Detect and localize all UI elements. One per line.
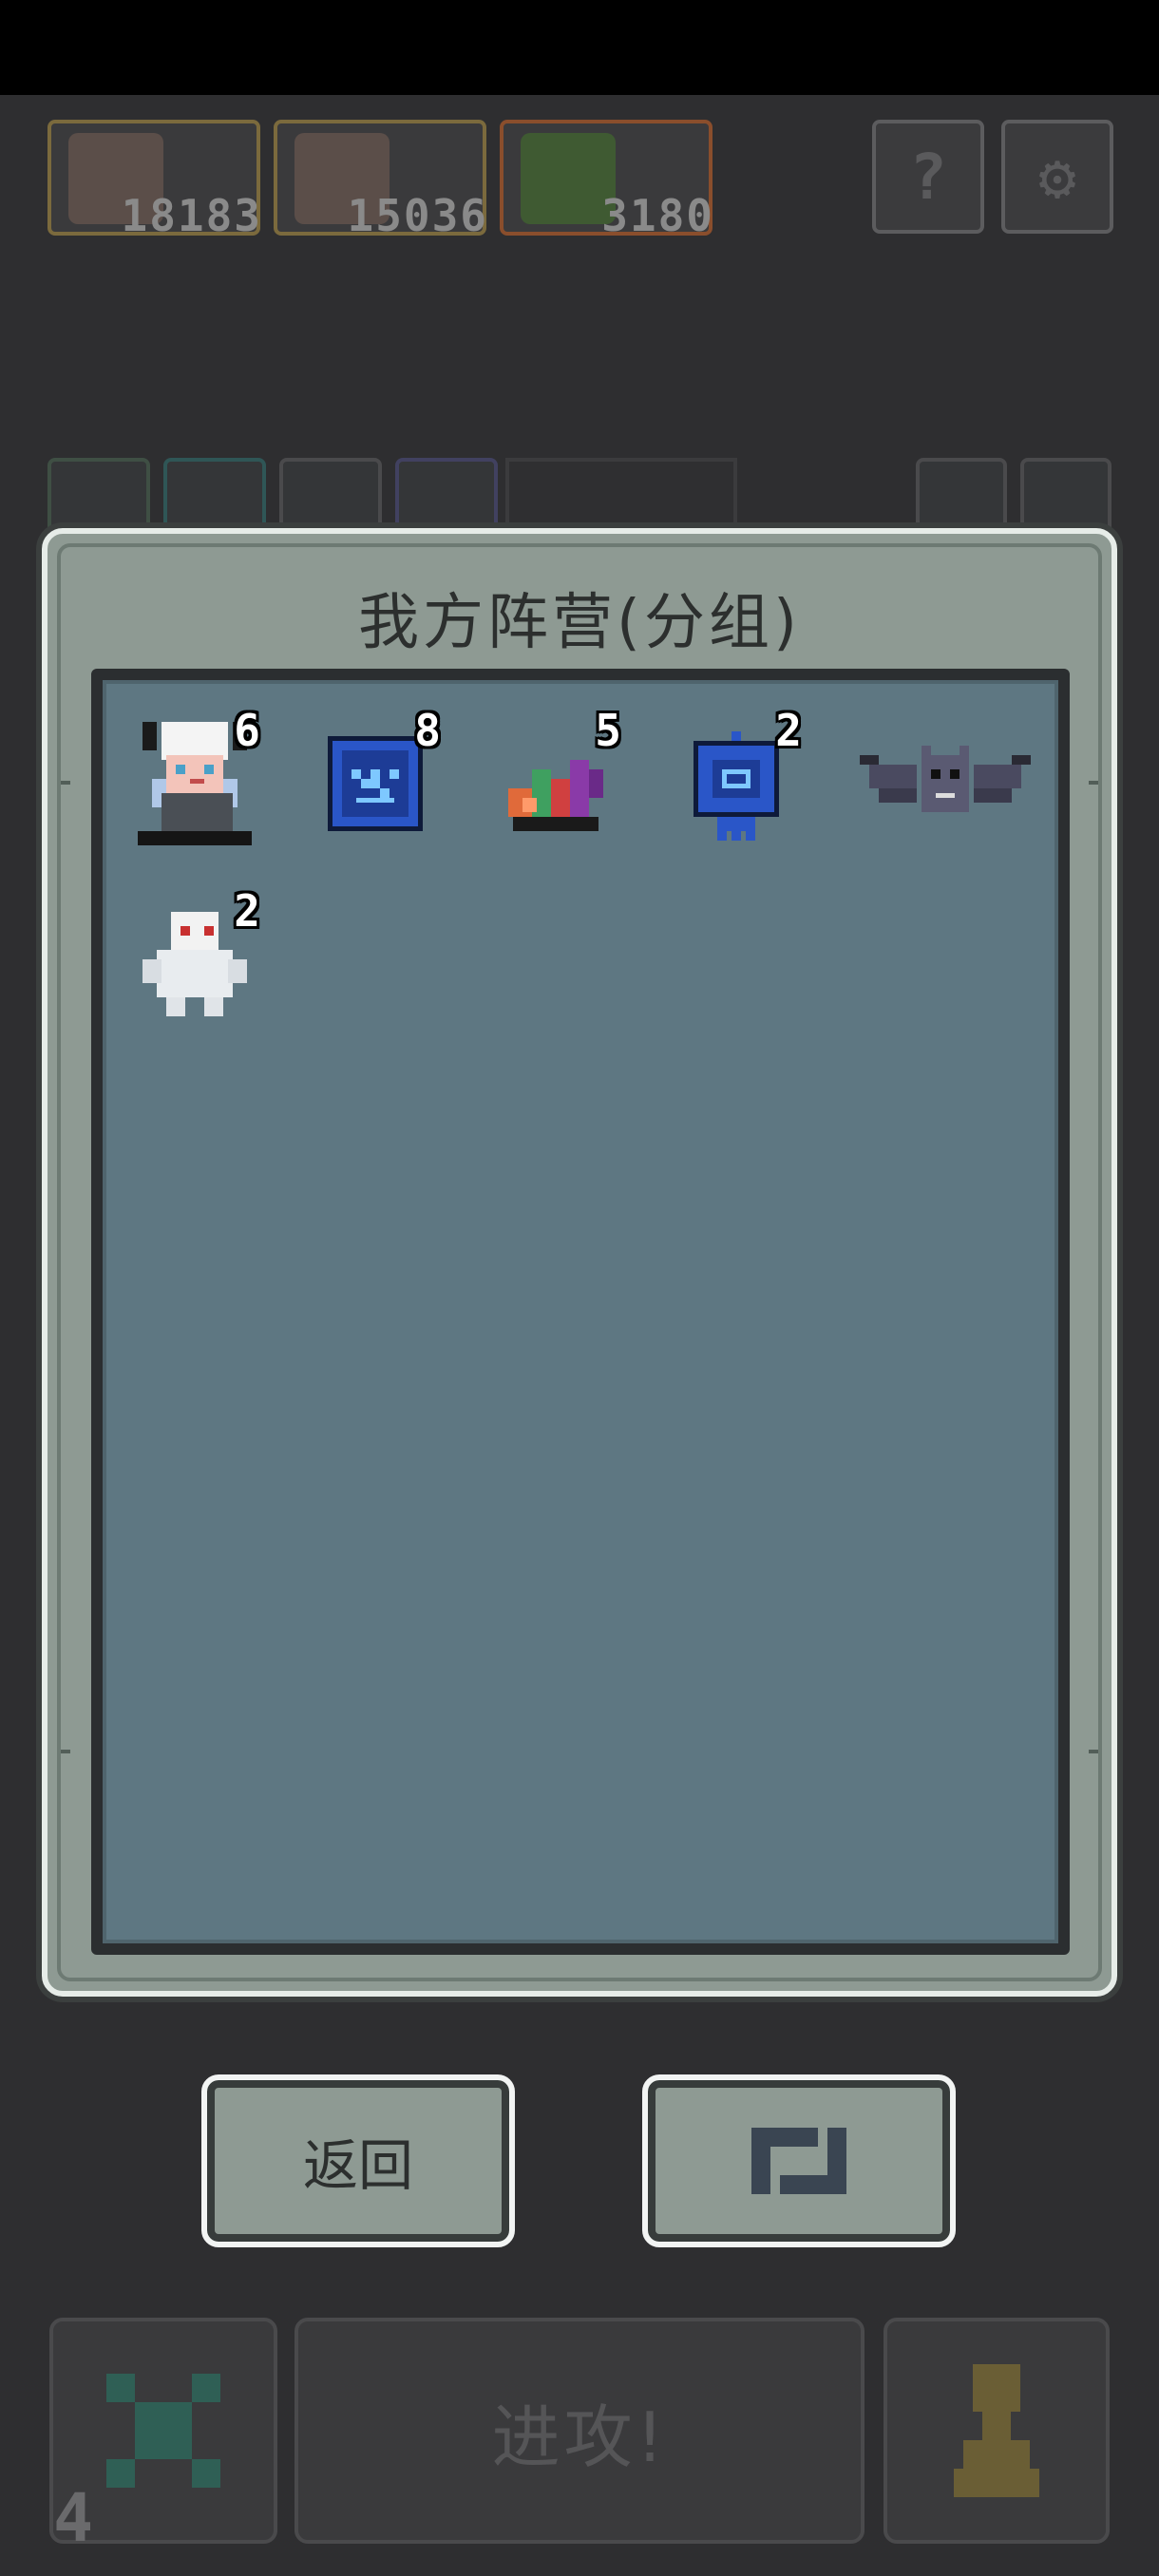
dialog-title: 我方阵营(分组) — [358, 588, 801, 658]
unit-count-badge: 2 — [234, 885, 260, 937]
rivet — [1089, 1750, 1098, 1753]
unit-count-badge: 5 — [595, 705, 621, 756]
bat-icon — [860, 746, 1031, 812]
resource-value: 15036 — [347, 190, 488, 241]
rivet — [61, 781, 70, 785]
roster-frame — [103, 680, 1058, 1943]
rivet — [1089, 781, 1098, 785]
resource-value: 18183 — [121, 190, 262, 241]
unit-white-ghost[interactable]: 2 — [124, 885, 266, 1035]
question-icon: ? — [909, 140, 947, 214]
unit-count-badge: 6 — [234, 705, 260, 756]
game-screen: 18183 15036 3180 ? ⚙ 我方阵营(分组) 6 8 5 2 2 … — [0, 0, 1159, 2576]
resource-value: 3180 — [601, 190, 714, 241]
pawn-icon — [954, 2364, 1039, 2497]
attack-button-label: 进攻! — [491, 2396, 668, 2477]
pawn-button[interactable] — [884, 2318, 1110, 2544]
turn-number: 4 — [53, 2479, 94, 2557]
resource-card-hero-1: 18183 — [48, 120, 260, 241]
help-button[interactable]: ? — [872, 120, 984, 234]
unit-count-badge: 8 — [414, 705, 441, 756]
resource-card-hero-2: 15036 — [274, 120, 486, 241]
back-button[interactable]: 返回 — [201, 2074, 515, 2247]
unit-blue-skull-rune[interactable]: 2 — [665, 705, 808, 855]
unit-demon-girl[interactable]: 6 — [124, 705, 266, 855]
unit-roster-panel: 6 8 5 2 2 — [91, 669, 1070, 1955]
swap-button[interactable] — [642, 2074, 956, 2247]
unit-count-badge: 2 — [775, 705, 802, 756]
unit-blue-rune-tome[interactable]: 8 — [304, 705, 446, 855]
settings-button[interactable]: ⚙ — [1001, 120, 1113, 234]
attack-button[interactable]: 进攻! — [294, 2318, 864, 2544]
back-button-label: 返回 — [302, 2133, 413, 2198]
x-icon — [106, 2374, 220, 2488]
swap-arrows-icon — [751, 2128, 846, 2194]
gear-icon: ⚙ — [1038, 140, 1076, 214]
status-bar — [0, 0, 1159, 95]
rivet — [61, 1750, 70, 1753]
resource-card-slime: 3180 — [500, 120, 712, 241]
unit-crystal-plant[interactable]: 5 — [484, 705, 627, 855]
team-dialog: 我方阵营(分组) 6 8 5 2 2 — [42, 528, 1117, 1997]
unit-bat[interactable] — [855, 712, 1036, 855]
